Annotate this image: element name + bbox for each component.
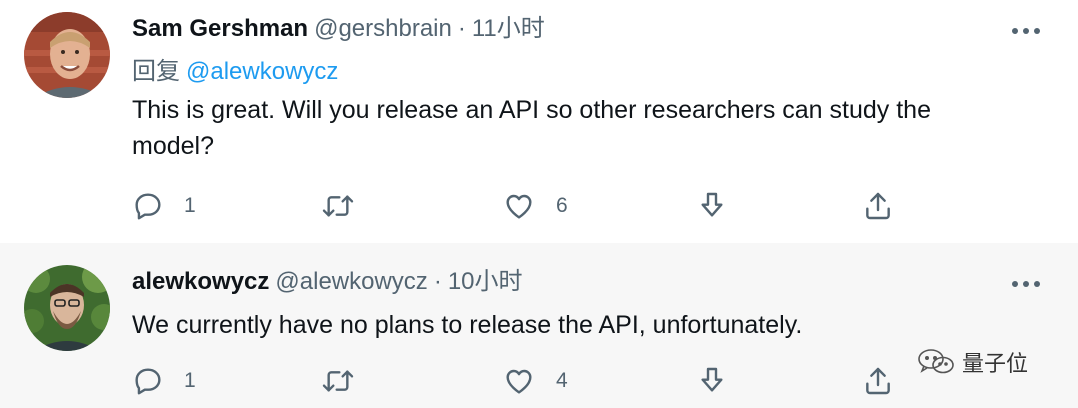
reply-count: 1 bbox=[184, 369, 196, 392]
tweet-text: We currently have no plans to release th… bbox=[132, 311, 803, 339]
like-count: 6 bbox=[556, 194, 568, 217]
tweet-header: alewkowycz @alewkowycz · 10小时 bbox=[132, 265, 523, 299]
download-icon bbox=[701, 192, 723, 217]
author-name[interactable]: Sam Gershman bbox=[132, 15, 308, 42]
like-button[interactable]: 4 bbox=[502, 361, 568, 401]
avatar[interactable] bbox=[24, 12, 110, 98]
author-handle[interactable]: @gershbrain bbox=[314, 15, 452, 42]
retweet-button[interactable] bbox=[320, 361, 356, 401]
tweet-reply-2[interactable]: alewkowycz @alewkowycz · 10小时 We currently … bbox=[0, 243, 1078, 408]
reply-icon bbox=[135, 193, 161, 220]
replying-to: 回复 @alewkowycz bbox=[132, 56, 338, 88]
tweet-timestamp[interactable]: 11小时 bbox=[472, 15, 545, 42]
wechat-logo-icon bbox=[918, 349, 954, 374]
tweet-text: This is great. Will you release an API s… bbox=[132, 96, 931, 160]
tweet-timestamp[interactable]: 10小时 bbox=[448, 268, 523, 295]
more-icon[interactable] bbox=[1012, 279, 1040, 289]
action-bar: 1 6 bbox=[132, 186, 902, 226]
share-button[interactable] bbox=[862, 361, 894, 401]
reply-button[interactable]: 1 bbox=[132, 361, 196, 401]
author-handle[interactable]: @alewkowycz bbox=[275, 268, 427, 295]
heart-icon bbox=[506, 369, 532, 394]
reply-count: 1 bbox=[184, 194, 196, 217]
reply-button[interactable]: 1 bbox=[132, 186, 196, 226]
share-icon bbox=[866, 192, 890, 220]
author-name[interactable]: alewkowycz bbox=[132, 268, 269, 295]
action-bar: 1 4 bbox=[132, 361, 902, 401]
retweet-button[interactable] bbox=[320, 186, 356, 226]
separator-dot: · bbox=[457, 15, 466, 42]
share-button[interactable] bbox=[862, 186, 894, 226]
like-button[interactable]: 6 bbox=[502, 186, 568, 226]
separator-dot: · bbox=[433, 268, 442, 295]
heart-icon bbox=[506, 194, 532, 219]
download-button[interactable] bbox=[696, 186, 728, 226]
retweet-icon bbox=[322, 195, 354, 217]
retweet-icon bbox=[322, 370, 354, 392]
more-icon[interactable] bbox=[1012, 26, 1040, 36]
download-button[interactable] bbox=[696, 361, 728, 401]
download-icon bbox=[701, 367, 723, 392]
avatar[interactable] bbox=[24, 265, 110, 351]
tweet-header: Sam Gershman @gershbrain · 11小时 bbox=[132, 12, 545, 46]
reply-icon bbox=[135, 368, 161, 395]
share-icon bbox=[866, 367, 890, 395]
reply-label: 回复 bbox=[132, 58, 180, 85]
reply-mention-link[interactable]: @alewkowycz bbox=[186, 58, 338, 85]
like-count: 4 bbox=[556, 369, 568, 392]
watermark: 量子位 bbox=[916, 342, 1028, 382]
tweet-reply-1[interactable]: Sam Gershman @gershbrain · 11小时 回复 @alewkowy… bbox=[0, 0, 1078, 243]
watermark-text: 量子位 bbox=[962, 351, 1029, 376]
